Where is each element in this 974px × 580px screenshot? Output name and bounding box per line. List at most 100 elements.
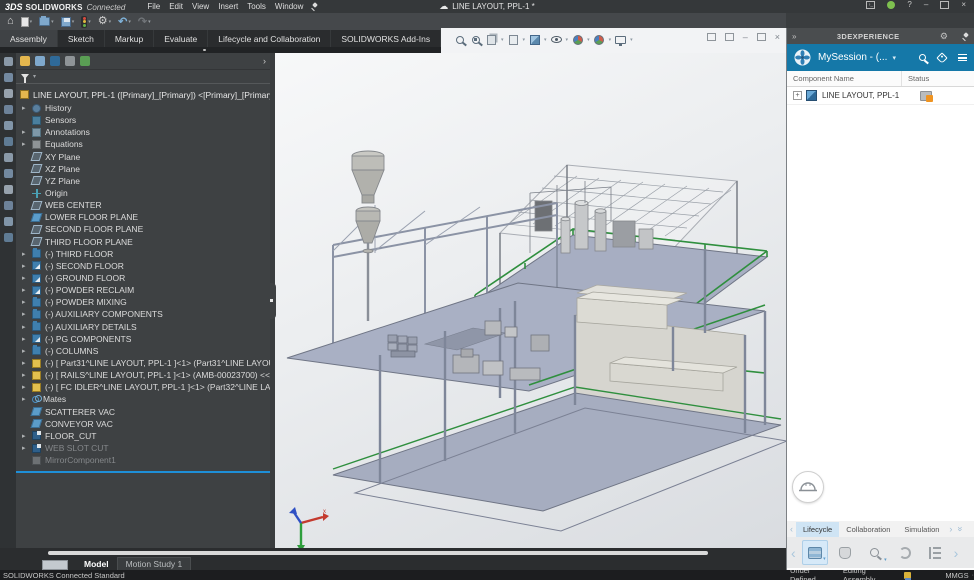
doc-window-icon[interactable] (707, 33, 716, 41)
tree-item-xz-plane[interactable]: XZ Plane (16, 163, 270, 175)
tree-item-mirrorcomponent1[interactable]: MirrorComponent1 (16, 454, 270, 466)
component-row[interactable]: + LINE LAYOUT, PPL-1 (787, 87, 974, 105)
sync-status-icon[interactable] (892, 540, 918, 565)
expand-arrow-icon[interactable]: ▸ (22, 395, 26, 403)
expand-arrow-icon[interactable]: ▸ (22, 286, 26, 294)
tree-item-powder-mixing[interactable]: ▸(-) POWDER MIXING (16, 296, 270, 308)
previous-view-icon[interactable] (485, 33, 498, 46)
tree-item-xy-plane[interactable]: XY Plane (16, 151, 270, 163)
tree-item-web-center[interactable]: WEB CENTER (16, 199, 270, 211)
ribbon-tab-markup[interactable]: Markup (105, 30, 154, 47)
menu-item-file[interactable]: File (147, 2, 160, 11)
expand-arrow-icon[interactable]: ▸ (22, 262, 26, 270)
dropdown-caret-icon[interactable]: ▾ (544, 37, 547, 43)
panel-gear-icon[interactable]: ⚙ (940, 31, 948, 42)
tree-filter-row[interactable]: ▾ (16, 70, 270, 84)
note-icon[interactable] (4, 137, 13, 146)
motion-filmstrip-icon[interactable] (42, 560, 68, 570)
status-units[interactable]: MMGS · (945, 571, 974, 580)
menu-item-view[interactable]: View (192, 2, 209, 11)
pin-icon[interactable] (4, 153, 13, 162)
undo-icon[interactable]: ↶▾ (118, 17, 131, 27)
tabs-expand-icon[interactable]: » (956, 523, 966, 534)
doc-minimize-icon[interactable]: – (743, 33, 748, 41)
featuremanager-tree-icon[interactable] (20, 56, 30, 66)
expand-arrow-icon[interactable]: ▸ (22, 432, 26, 440)
panel-pin-icon[interactable] (962, 33, 969, 40)
settings-icon[interactable] (4, 217, 13, 226)
search-properties-icon[interactable]: ▾ (862, 540, 888, 565)
display-style-cube-icon[interactable] (528, 33, 541, 46)
dropdown-caret-icon[interactable]: ▾ (630, 37, 633, 43)
tree-item-scatterer-vac[interactable]: SCATTERER VAC (16, 406, 270, 418)
scene-monitor-icon[interactable] (614, 33, 627, 46)
presence-green-dot[interactable] (887, 1, 895, 9)
open-icon[interactable]: ▾ (39, 17, 54, 26)
zoom-to-fit-icon[interactable] (453, 33, 466, 46)
eye-icon[interactable] (4, 105, 13, 114)
doc-restore-icon[interactable] (757, 33, 766, 41)
view-settings-ball-icon[interactable] (571, 33, 584, 46)
options-gear-icon[interactable]: ⚙▾ (98, 16, 111, 27)
expand-arrow-icon[interactable]: ▸ (22, 359, 26, 367)
ribbon-tab-solidworks-add-ins[interactable]: SOLIDWORKS Add-Ins (331, 30, 441, 47)
tree-item-third-floor[interactable]: ▸(-) THIRD FLOOR (16, 248, 270, 260)
ribbon-tab-evaluate[interactable]: Evaluate (154, 30, 208, 47)
tree-item-conveyor-vac[interactable]: CONVEYOR VAC (16, 418, 270, 430)
expand-arrow-icon[interactable]: ▸ (22, 310, 26, 318)
panel-tab-simulation[interactable]: Simulation (897, 522, 946, 537)
search-icon[interactable] (919, 54, 926, 61)
tree-item-third-floor-plane[interactable]: THIRD FLOOR PLANE (16, 236, 270, 248)
tree-item-powder-reclaim[interactable]: ▸(-) POWDER RECLAIM (16, 284, 270, 296)
ribbon-tab-sketch[interactable]: Sketch (58, 30, 105, 47)
expand-arrow-icon[interactable]: ▸ (22, 298, 26, 306)
tools-scroll-right-icon[interactable]: › (950, 545, 963, 561)
target-icon[interactable] (4, 185, 13, 194)
restore-icon[interactable] (940, 1, 949, 9)
tree-item-auxiliary-details[interactable]: ▸(-) AUXILIARY DETAILS (16, 321, 270, 333)
expand-arrow-icon[interactable]: ▸ (22, 335, 26, 343)
tabs-scroll-right-icon[interactable]: › (946, 524, 955, 534)
collaboration-db-icon[interactable] (832, 540, 858, 565)
close-icon[interactable]: × (961, 1, 966, 9)
document-icon[interactable] (4, 73, 13, 82)
tree-item-ground-floor[interactable]: ▸(-) GROUND FLOOR (16, 272, 270, 284)
home-icon[interactable]: ⌂ (7, 16, 14, 27)
menu-item-edit[interactable]: Edit (169, 2, 183, 11)
save-icon[interactable]: ▾ (61, 17, 75, 27)
history-list-icon[interactable] (922, 540, 948, 565)
doc-close-icon[interactable]: × (775, 33, 780, 41)
redo-icon[interactable]: ↷▾ (138, 17, 151, 27)
zoom-to-area-icon[interactable] (469, 33, 482, 46)
session-chevron-down-icon[interactable]: ▾ (892, 54, 896, 62)
tree-item-mates[interactable]: ▸Mates (16, 393, 270, 405)
expand-arrow-icon[interactable]: ▸ (22, 104, 26, 112)
tree-item-sensors[interactable]: Sensors (16, 114, 270, 126)
menu-icon[interactable] (958, 54, 967, 61)
tree-item-part31-line-layout-pp[interactable]: ▸(-) [ Part31^LINE LAYOUT, PPL-1 ]<1> (P… (16, 357, 270, 369)
menu-item-tools[interactable]: Tools (247, 2, 266, 11)
tree-item-equations[interactable]: ▸Equations (16, 138, 270, 150)
dropdown-caret-icon[interactable]: ▾ (501, 37, 504, 43)
tree-item-columns[interactable]: ▸(-) COLUMNS (16, 345, 270, 357)
expand-arrow-icon[interactable]: ▸ (22, 140, 26, 148)
panel-tab-collaboration[interactable]: Collaboration (839, 522, 897, 537)
tools-scroll-left-icon[interactable]: ‹ (787, 545, 800, 561)
tree-item-history[interactable]: ▸History (16, 102, 270, 114)
sheet-tab-motion-study-1[interactable]: Motion Study 1 (117, 557, 192, 570)
hide-show-items-eye-icon[interactable] (550, 33, 563, 46)
panel-tab-lifecycle[interactable]: Lifecycle (796, 522, 839, 537)
menu-item-insert[interactable]: Insert (218, 2, 238, 11)
dropdown-caret-icon[interactable]: ▾ (566, 37, 569, 43)
circle-icon[interactable] (4, 201, 13, 210)
tree-item-floor-cut[interactable]: ▸FLOOR_CUT (16, 430, 270, 442)
tree-item-origin[interactable]: Origin (16, 187, 270, 199)
mysession-label[interactable]: MySession - (... (818, 52, 887, 63)
expand-arrow-icon[interactable]: ▸ (22, 444, 26, 452)
propertymanager-icon[interactable] (35, 56, 45, 66)
column-component-name[interactable]: Component Name (787, 71, 902, 86)
doc-window-icon-2[interactable] (725, 33, 734, 41)
assistant-button[interactable] (792, 471, 824, 503)
tree-item-fc-idler-line-layout[interactable]: ▸(-) [ FC IDLER^LINE LAYOUT, PPL-1 ]<1> … (16, 381, 270, 393)
expand-arrow-icon[interactable]: ▸ (22, 347, 26, 355)
